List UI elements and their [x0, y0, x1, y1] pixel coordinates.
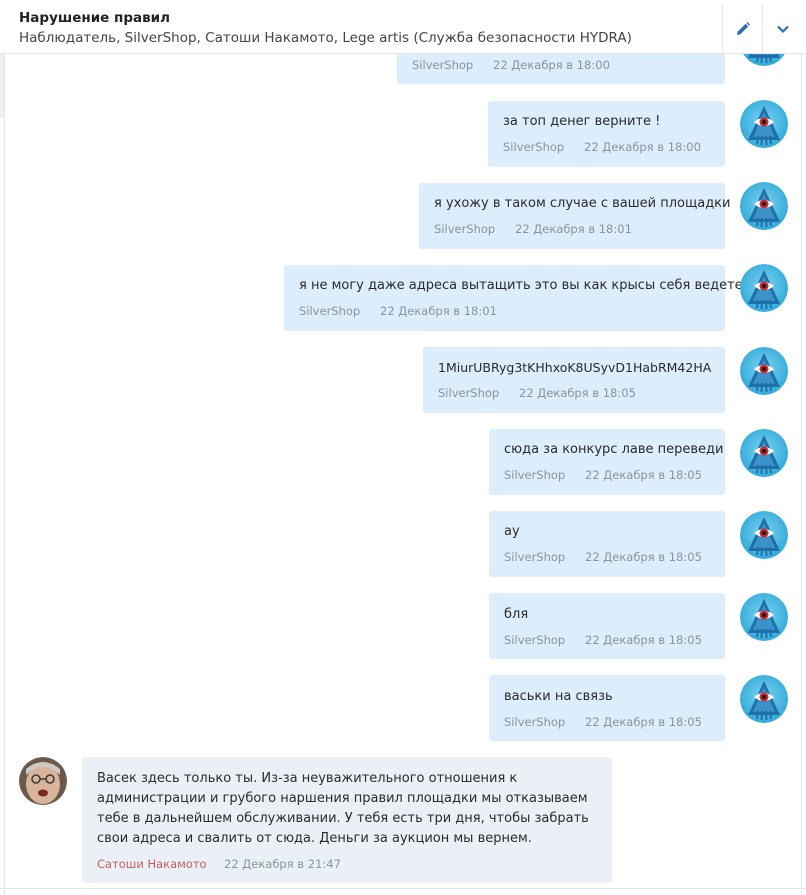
message-author[interactable]: SilverShop	[504, 715, 565, 729]
message-bubble	[489, 429, 725, 495]
message-text: бля	[504, 607, 529, 622]
message-author[interactable]: SilverShop	[504, 633, 565, 647]
message-author[interactable]: Сатоши Накамото	[97, 857, 207, 871]
message-bubble	[488, 101, 725, 167]
avatar[interactable]	[19, 757, 67, 805]
message-text: васьки на связь	[504, 689, 613, 704]
avatar[interactable]	[740, 429, 788, 477]
message-time: 22 Декабря в 18:05	[519, 386, 636, 400]
message-bubble	[489, 511, 725, 577]
chevron-down-icon	[776, 25, 789, 34]
message-time: 22 Декабря в 18:01	[380, 304, 497, 318]
avatar[interactable]	[740, 347, 788, 395]
message-bubble	[284, 265, 725, 331]
message-time: 22 Декабря в 18:00	[493, 58, 610, 72]
edit-button[interactable]	[722, 4, 762, 54]
message-time: 22 Декабря в 18:05	[585, 468, 702, 482]
avatar[interactable]	[740, 675, 788, 723]
divider	[0, 888, 806, 889]
chat-members: Наблюдатель, SilverShop, Сатоши Накамото…	[19, 30, 632, 46]
avatar[interactable]	[740, 182, 788, 230]
message-time: 22 Декабря в 18:05	[585, 633, 702, 647]
avatar[interactable]	[740, 100, 788, 148]
message-text: за топ денег верните !	[503, 114, 661, 129]
message-text: сюда за конкурс лаве переведи	[504, 442, 724, 457]
avatar[interactable]	[740, 264, 788, 312]
message-author[interactable]: SilverShop	[504, 468, 565, 482]
avatar[interactable]	[740, 511, 788, 559]
message-author[interactable]: SilverShop	[299, 304, 360, 318]
menu-button[interactable]	[762, 4, 802, 54]
message-time: 22 Декабря в 18:05	[585, 715, 702, 729]
message-text: 1MiurUBRyg3tKHhxoK8USyvD1HabRM42HA	[438, 360, 712, 375]
chat-header: Нарушение правил Наблюдатель, SilverShop…	[0, 0, 806, 54]
message-time: 22 Декабря в 21:47	[224, 857, 341, 871]
message-author[interactable]: SilverShop	[504, 550, 565, 564]
pencil-icon	[736, 22, 750, 35]
message-bubble	[423, 347, 725, 413]
message-author[interactable]: SilverShop	[434, 222, 495, 236]
message-author[interactable]: SilverShop	[438, 386, 499, 400]
message-time: 22 Декабря в 18:00	[584, 140, 701, 154]
chat-title: Нарушение правил	[19, 10, 170, 26]
message-text: ау	[504, 524, 520, 539]
message-author[interactable]: SilverShop	[503, 140, 564, 154]
message-bubble	[489, 675, 725, 741]
message-text: Васек здесь только ты. Из-за неуважитель…	[97, 771, 589, 846]
message-time: 22 Декабря в 18:05	[585, 550, 702, 564]
avatar[interactable]	[740, 593, 788, 641]
message-author[interactable]: SilverShop	[412, 58, 473, 72]
message-text: я не могу даже адреса вытащить это вы ка…	[299, 278, 743, 293]
message-text: я ухожу в таком случае с вашей площадки	[434, 196, 731, 211]
message-bubble	[419, 183, 725, 249]
message-bubble	[489, 593, 725, 659]
message-time: 22 Декабря в 18:01	[515, 222, 632, 236]
